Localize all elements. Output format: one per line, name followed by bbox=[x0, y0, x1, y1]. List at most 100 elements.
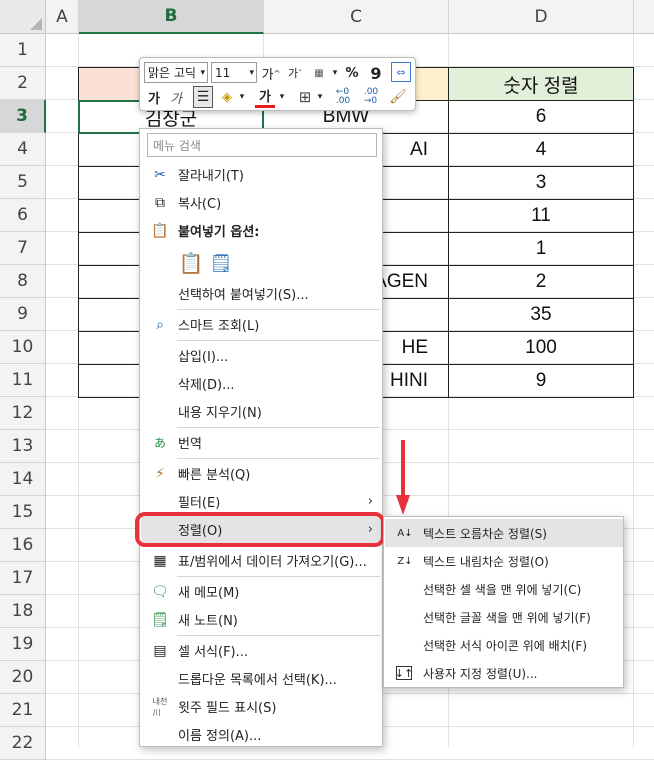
copy-icon: ⧉ bbox=[155, 194, 165, 211]
table-cell-d[interactable]: 2 bbox=[448, 265, 634, 299]
table-cell-d[interactable]: 1 bbox=[448, 232, 634, 266]
font-size-select[interactable]: 11 ▾ bbox=[211, 62, 257, 83]
cell-style-icon[interactable]: ▦ bbox=[309, 63, 329, 83]
table-cell-d[interactable]: 11 bbox=[448, 199, 634, 233]
chevron-down-icon[interactable]: ▾ bbox=[330, 63, 340, 83]
paste-values-icon[interactable]: 🗒 bbox=[208, 250, 234, 276]
row-header-16[interactable]: 16 bbox=[0, 529, 46, 562]
new-comment-icon: 🗨 bbox=[151, 583, 169, 600]
row-header-17[interactable]: 17 bbox=[0, 562, 46, 595]
italic-button[interactable]: 가 bbox=[167, 87, 185, 107]
table-cell-d[interactable]: 100 bbox=[448, 331, 634, 365]
new-note-icon: 🗒 bbox=[151, 611, 169, 628]
menu-item-filter[interactable]: 필터(E) › bbox=[141, 488, 381, 515]
row-header-13[interactable]: 13 bbox=[0, 430, 46, 463]
align-center-button[interactable]: ☰ bbox=[193, 86, 213, 108]
sort-descending-icon: Z↓ bbox=[397, 555, 413, 567]
column-header-d[interactable]: D bbox=[449, 0, 634, 34]
merge-cells-icon[interactable]: ⇔ bbox=[391, 62, 411, 82]
font-name-select[interactable]: 맑은 고딕 ▾ bbox=[144, 62, 208, 83]
grow-font-icon[interactable]: 가 ^ bbox=[261, 63, 281, 83]
bold-button[interactable]: 가 bbox=[145, 87, 163, 107]
row-header-4[interactable]: 4 bbox=[0, 133, 46, 166]
menu-item-copy[interactable]: ⧉ 복사(C) bbox=[141, 189, 381, 216]
column-header-c[interactable]: C bbox=[264, 0, 449, 34]
row-header-22[interactable]: 22 bbox=[0, 727, 46, 760]
decrease-decimal-icon[interactable]: .00 →0 bbox=[359, 87, 383, 107]
row-header-20[interactable]: 20 bbox=[0, 661, 46, 694]
percent-style-icon[interactable]: % bbox=[343, 63, 361, 83]
increase-decimal-icon[interactable]: ←0.00 bbox=[331, 87, 355, 107]
menu-item-get-data[interactable]: ▦ 표/범위에서 데이터 가져오기(G)... bbox=[141, 547, 381, 574]
submenu-item-sort-asc[interactable]: A↓ 텍스트 오름차순 정렬(S) bbox=[385, 519, 623, 547]
menu-separator bbox=[177, 576, 380, 577]
submenu-item-icon-top[interactable]: 선택한 서식 아이콘 위에 배치(F) bbox=[385, 631, 623, 659]
comma-style-icon[interactable]: 9 bbox=[367, 63, 385, 83]
menu-item-new-comment[interactable]: 🗨 새 메모(M) bbox=[141, 578, 381, 605]
chevron-down-icon[interactable]: ▾ bbox=[237, 87, 247, 107]
column-header-e[interactable] bbox=[634, 0, 654, 34]
menu-separator bbox=[177, 309, 380, 310]
menu-item-format-cells[interactable]: ▤ 셀 서식(F)... bbox=[141, 637, 381, 664]
menu-item-cut[interactable]: ✂ 잘라내기(T) bbox=[141, 161, 381, 188]
menu-item-insert[interactable]: 삽입(I)... bbox=[141, 342, 381, 369]
table-header-d[interactable]: 숫자 정렬 bbox=[448, 67, 634, 101]
row-header-14[interactable]: 14 bbox=[0, 463, 46, 496]
table-cell-d[interactable]: 6 bbox=[448, 100, 634, 134]
font-size-value: 11 bbox=[215, 65, 231, 80]
chevron-down-icon[interactable]: ▾ bbox=[277, 87, 287, 107]
menu-separator bbox=[177, 427, 380, 428]
menu-item-quick-analysis[interactable]: ⚡ 빠른 분석(Q) bbox=[141, 460, 381, 487]
submenu-item-sort-desc[interactable]: Z↓ 텍스트 내림차순 정렬(O) bbox=[385, 547, 623, 575]
row-header-8[interactable]: 8 bbox=[0, 265, 46, 298]
menu-item-paste-special[interactable]: 선택하여 붙여넣기(S)... bbox=[141, 280, 381, 307]
translate-icon: あ bbox=[153, 436, 166, 450]
format-cells-icon: ▤ bbox=[153, 642, 167, 659]
paste-icon[interactable]: 📋 bbox=[178, 250, 204, 276]
shrink-font-icon[interactable]: 가ˇ bbox=[285, 63, 305, 83]
borders-icon[interactable]: ⊞ bbox=[295, 87, 315, 107]
table-cell-d[interactable]: 9 bbox=[448, 364, 634, 398]
table-cell-d[interactable]: 35 bbox=[448, 298, 634, 332]
row-header-7[interactable]: 7 bbox=[0, 232, 46, 265]
row-header-11[interactable]: 11 bbox=[0, 364, 46, 397]
select-all-corner[interactable] bbox=[0, 0, 46, 34]
font-color-icon[interactable]: 가 bbox=[255, 86, 275, 108]
menu-item-paste-options: 📋 붙여넣기 옵션: bbox=[151, 222, 260, 241]
row-header-1[interactable]: 1 bbox=[0, 34, 46, 67]
fill-color-icon[interactable]: ◈ bbox=[217, 87, 237, 107]
row-header-10[interactable]: 10 bbox=[0, 331, 46, 364]
row-header-3[interactable]: 3 bbox=[0, 100, 46, 133]
menu-item-clear-contents[interactable]: 내용 지우기(N) bbox=[141, 398, 381, 425]
submenu-item-cell-color-top[interactable]: 선택한 셀 색을 맨 위에 넣기(C) bbox=[385, 575, 623, 603]
row-header-9[interactable]: 9 bbox=[0, 298, 46, 331]
row-header-18[interactable]: 18 bbox=[0, 595, 46, 628]
row-header-15[interactable]: 15 bbox=[0, 496, 46, 529]
table-cell-d[interactable]: 3 bbox=[448, 166, 634, 200]
chevron-down-icon[interactable]: ▾ bbox=[315, 87, 325, 107]
menu-item-define-name[interactable]: 이름 정의(A)... bbox=[141, 721, 381, 748]
table-cell-d[interactable]: 4 bbox=[448, 133, 634, 167]
scissors-icon: ✂ bbox=[154, 166, 166, 183]
menu-item-pick-from-dropdown[interactable]: 드롭다운 목록에서 선택(K)... bbox=[141, 665, 381, 692]
row-header-2[interactable]: 2 bbox=[0, 67, 46, 100]
row-header-5[interactable]: 5 bbox=[0, 166, 46, 199]
menu-item-show-phonetic[interactable]: 내천 川 윗주 필드 표시(S) bbox=[141, 693, 381, 720]
menu-item-translate[interactable]: あ 번역 bbox=[141, 429, 381, 456]
submenu-item-font-color-top[interactable]: 선택한 글꼴 색을 맨 위에 넣기(F) bbox=[385, 603, 623, 631]
red-arrow-icon bbox=[396, 440, 410, 515]
menu-item-new-note[interactable]: 🗒 새 노트(N) bbox=[141, 606, 381, 633]
context-menu: 메뉴 검색 ✂ 잘라내기(T) ⧉ 복사(C) 📋 붙여넣기 옵션: 📋 🗒 선… bbox=[139, 128, 383, 747]
submenu-item-custom-sort[interactable]: ↓↑ 사용자 지정 정렬(U)... bbox=[385, 659, 623, 687]
column-header-a[interactable]: A bbox=[46, 0, 79, 34]
row-header-21[interactable]: 21 bbox=[0, 694, 46, 727]
menu-item-smart-lookup[interactable]: ⌕ 스마트 조회(L) bbox=[141, 311, 381, 338]
column-header-b[interactable]: B bbox=[79, 0, 264, 34]
row-header-19[interactable]: 19 bbox=[0, 628, 46, 661]
menu-separator bbox=[177, 458, 380, 459]
menu-item-delete[interactable]: 삭제(D)... bbox=[141, 370, 381, 397]
format-painter-icon[interactable]: 🖌 bbox=[387, 87, 409, 107]
menu-search-input[interactable]: 메뉴 검색 bbox=[147, 133, 377, 157]
row-header-12[interactable]: 12 bbox=[0, 397, 46, 430]
row-header-6[interactable]: 6 bbox=[0, 199, 46, 232]
